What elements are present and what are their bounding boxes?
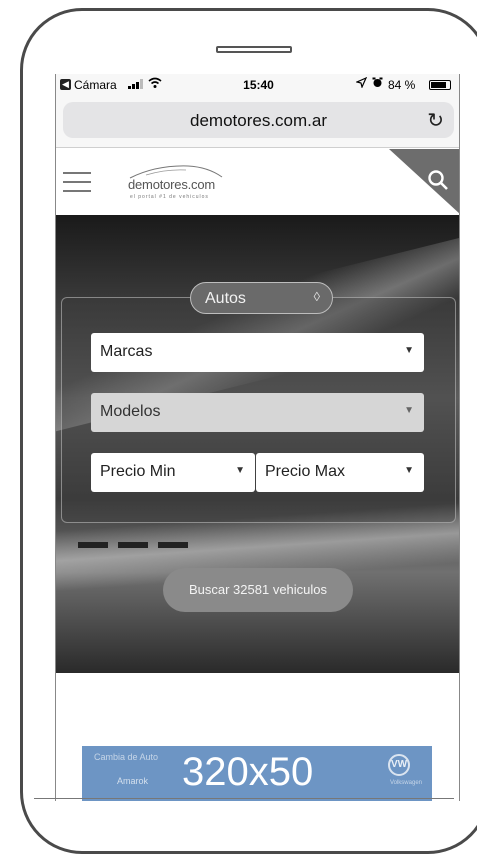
brand-select-label: Marcas bbox=[100, 343, 153, 360]
price-max-label: Precio Max bbox=[265, 463, 346, 480]
caret-down-icon: ▼ bbox=[235, 465, 245, 476]
updown-arrows-icon: ◊ bbox=[313, 289, 320, 304]
caret-down-icon: ▼ bbox=[404, 345, 414, 356]
phone-speaker bbox=[216, 46, 292, 53]
ad-brand: Volkswagen bbox=[389, 780, 422, 786]
browser-toolbar: demotores.com.ar ↻ bbox=[56, 96, 459, 148]
price-min-select[interactable]: Precio Min ▼ bbox=[91, 453, 255, 492]
vw-logo-icon: VW bbox=[388, 754, 410, 776]
site-logo[interactable]: demotores.com el portal #1 de vehiculos bbox=[126, 163, 236, 203]
ad-model-name: Amarok bbox=[117, 776, 149, 786]
location-icon bbox=[355, 76, 368, 91]
header-corner-shape bbox=[389, 149, 459, 215]
address-bar[interactable]: demotores.com.ar ↻ bbox=[63, 102, 454, 138]
ad-headline: Cambia de Auto bbox=[94, 752, 159, 762]
model-select[interactable]: Modelos ▼ bbox=[91, 393, 424, 432]
search-vehicles-button[interactable]: Buscar 32581 vehiculos bbox=[163, 568, 353, 612]
hero-search-section: Autos ◊ Marcas ▼ Modelos ▼ Precio Min ▼ … bbox=[56, 215, 459, 673]
battery-percentage: 84 % bbox=[388, 78, 416, 92]
reload-icon[interactable]: ↻ bbox=[427, 108, 444, 133]
phone-screen: ◀ Cámara 15:40 84 % demotores.com.ar ↻ d… bbox=[55, 74, 460, 801]
price-min-label: Precio Min bbox=[100, 463, 176, 480]
search-panel: Autos ◊ Marcas ▼ Modelos ▼ Precio Min ▼ … bbox=[61, 282, 456, 523]
ad-size-label: 320x50 bbox=[182, 750, 314, 794]
price-max-select[interactable]: Precio Max ▼ bbox=[256, 453, 424, 492]
model-select-label: Modelos bbox=[100, 403, 161, 420]
hero-background-grille bbox=[78, 535, 338, 549]
vehicle-type-select[interactable]: Autos ◊ bbox=[190, 282, 333, 314]
status-bar: ◀ Cámara 15:40 84 % bbox=[56, 74, 459, 96]
vehicle-type-value: Autos bbox=[205, 290, 246, 307]
battery-icon bbox=[429, 80, 451, 90]
caret-down-icon: ▼ bbox=[404, 405, 414, 416]
ad-banner[interactable]: Cambia de Auto Amarok 320x50 VW Volkswag… bbox=[82, 746, 432, 801]
logo-tagline: el portal #1 de vehiculos bbox=[130, 194, 209, 200]
brand-select[interactable]: Marcas ▼ bbox=[91, 333, 424, 372]
logo-text: demotores.com bbox=[128, 177, 215, 192]
alarm-icon bbox=[372, 77, 383, 91]
url-text[interactable]: demotores.com.ar bbox=[63, 111, 454, 131]
site-header: demotores.com el portal #1 de vehiculos bbox=[56, 149, 459, 215]
hamburger-menu-icon[interactable] bbox=[63, 172, 91, 192]
caret-down-icon: ▼ bbox=[404, 465, 414, 476]
search-icon[interactable] bbox=[427, 169, 449, 191]
screen-bottom-edge bbox=[34, 798, 454, 799]
